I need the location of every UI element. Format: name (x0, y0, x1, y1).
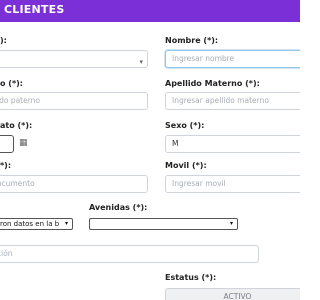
avenidas-label: Avenidas (*): (89, 203, 148, 212)
chevron-down-icon: ▾ (62, 219, 71, 229)
zona-select-value: ron datos en la b (0, 220, 60, 228)
apellido-materno-label: Apellido Materno (*): (165, 79, 260, 88)
direccion-input[interactable]: ción (0, 245, 259, 263)
page-title: CLIENTES (4, 3, 65, 16)
sexo-label: Sexo (*): (165, 121, 205, 130)
movil-input[interactable]: Ingresar movil (165, 175, 300, 193)
documento-label: *): (0, 161, 12, 170)
avenidas-select[interactable]: ▾ (89, 218, 238, 230)
movil-label: Movil (*): (165, 161, 207, 170)
nombre-label: Nombre (*): (165, 36, 219, 45)
fecha-nacimiento-input[interactable] (0, 135, 14, 153)
chevron-down-icon: ▾ (227, 219, 236, 229)
zona-select[interactable]: ron datos en la b ▾ (0, 218, 73, 230)
documento-input[interactable]: ocumento (0, 175, 148, 193)
form-header: CLIENTES (0, 0, 300, 22)
calendar-icon[interactable]: ▦ (19, 138, 28, 148)
codigo-select[interactable]: ▾ (0, 50, 148, 68)
fecha-nacimiento-label: ato (*): (0, 121, 33, 130)
chevron-down-icon: ▾ (139, 58, 143, 66)
apellido-paterno-label: o (*): (0, 79, 23, 88)
estatus-label: Estatus (*): (165, 273, 217, 282)
sexo-select[interactable]: M (165, 135, 300, 153)
apellido-paterno-input[interactable]: ido paterno (0, 92, 148, 110)
estatus-field: ACTIVO (165, 288, 300, 300)
codigo-label: ): (0, 36, 7, 45)
clientes-form-page: CLIENTES ): ▾ Nombre (*): Ingresar nombr… (0, 0, 300, 300)
nombre-input[interactable]: Ingresar nombre (165, 50, 300, 68)
apellido-materno-input[interactable]: Ingresar apellido materno (165, 92, 300, 110)
